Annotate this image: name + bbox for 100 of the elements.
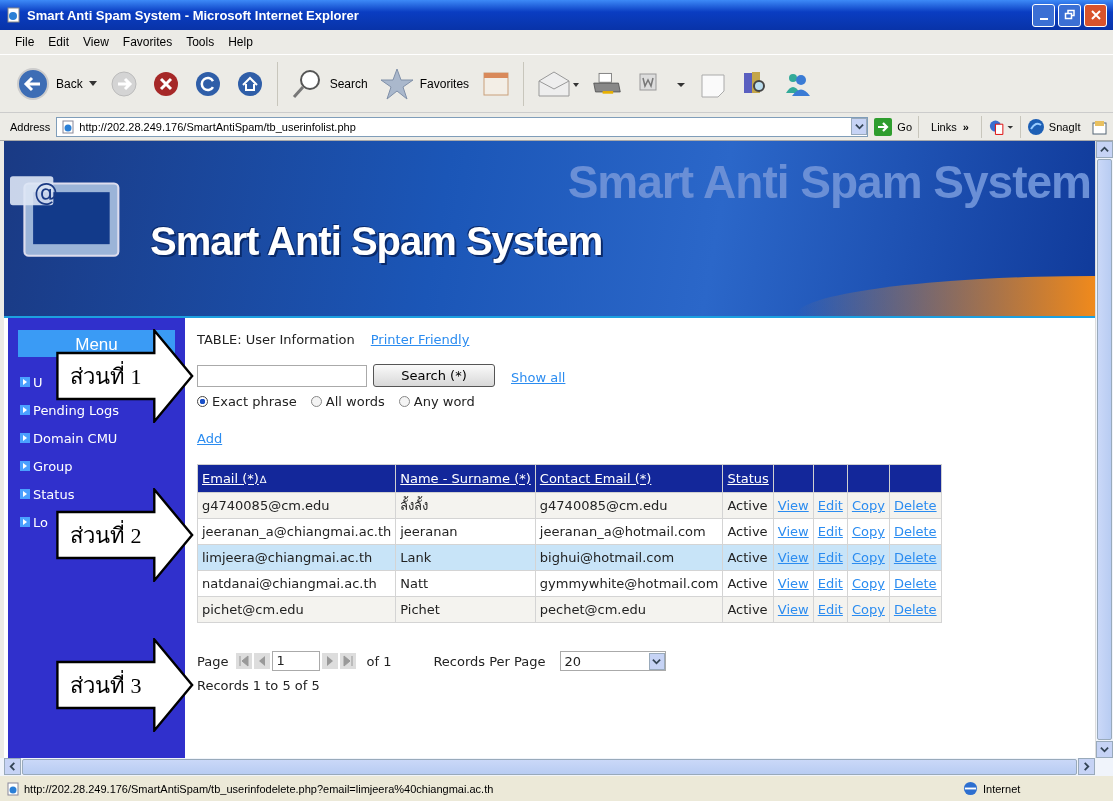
swirl-icon [1026,117,1045,136]
column-header[interactable]: Name - Surname (*) [395,464,536,493]
address-field[interactable]: http://202.28.249.176/SmartAntiSpam/tb_userinfolist.php [56,116,869,137]
page-icon [6,7,22,23]
column-header [813,464,848,493]
search-submit-button[interactable]: Search (*) [373,364,495,387]
last-page-icon[interactable] [340,653,357,669]
banner-background-text: Smart Anti Spam System [567,155,1091,209]
column-header[interactable]: Status [722,464,774,493]
caret-icon [88,81,97,86]
records-per-page-select[interactable]: 20 [559,651,666,671]
table-cell: Pichet [395,596,536,623]
page-label: Page [197,653,229,669]
star-icon [379,66,414,101]
restore-button[interactable] [1058,3,1081,27]
menu-item[interactable]: Edit [41,35,77,49]
bullet-icon [20,377,30,387]
search-mode-radio[interactable]: Any word [398,393,475,409]
table-cell: jeeranan_a@hotmail.com [535,518,723,545]
links-more-button[interactable]: » [962,120,969,133]
page-number-field[interactable]: 1 [272,651,321,671]
status-text: http://202.28.249.176/SmartAntiSpam/tb_userinfodelete.php?email=limjeera%40chiangmai.ac.th [24,782,494,795]
column-header[interactable]: Email (*)∆ [197,464,396,493]
scroll-right-button[interactable] [1078,758,1095,775]
callout-label: ส่วนที่ 3 [70,668,142,703]
close-button[interactable] [1084,3,1107,27]
table-cell: ลั้งลั้ง [395,492,536,519]
page-icon [61,119,76,134]
menu-item[interactable]: Tools [179,35,222,49]
bullet-icon [20,461,30,471]
table-cell: Active [722,570,774,597]
address-label: Address [10,120,51,133]
back-button[interactable]: Back [16,66,97,101]
minimize-icon [1039,18,1048,20]
window-title: Smart Anti Spam System - Microsoft Internet Explorer [27,7,360,23]
records-summary: Records 1 to 5 of 5 [197,678,321,693]
search-button[interactable]: Search [289,66,368,101]
next-page-icon[interactable] [322,653,339,669]
bullet-icon [20,405,30,415]
sidebar-item[interactable]: Group [20,457,73,475]
logo-mark: @ [34,179,58,207]
snagit-button[interactable]: SnagIt [1026,117,1081,136]
table-cell: jeeranan [395,518,536,545]
menu-item[interactable]: File [8,35,42,49]
table-cell: Active [722,518,774,545]
sidebar-item[interactable]: Pending Logs [20,401,120,419]
search-mode-radio[interactable]: Exact phrase [197,393,297,409]
table-cell: Natt [395,570,536,597]
restore-icon [1063,9,1076,21]
go-button[interactable]: Go [874,117,913,136]
table-cell: Active [722,596,774,623]
bullet-icon [20,433,30,443]
links-button[interactable]: Links [931,120,957,133]
scroll-thumb[interactable] [22,759,1077,775]
column-header [889,464,942,493]
security-zone: Internet [963,781,1113,796]
menu-item[interactable]: Help [221,35,260,49]
favorites-button[interactable]: Favorites [379,66,470,101]
scroll-down-button[interactable] [1096,741,1113,758]
minimize-button[interactable] [1032,3,1055,27]
callout-label: ส่วนที่ 2 [70,518,142,553]
column-header [847,464,890,493]
sidebar-item[interactable]: U [20,373,43,391]
first-page-icon[interactable] [236,653,253,669]
add-link[interactable]: Add [197,431,223,446]
show-all-link[interactable]: Show all [511,370,566,385]
sidebar-item[interactable]: Lo [20,513,48,531]
table-cell: pechet@cm.edu [535,596,723,623]
table-cell: bighui@hotmail.com [535,544,723,571]
close-icon [1089,9,1102,21]
table-row[interactable]: natdanai@chiangmai.ac.th Natt gymmywhite@hotmail.com Active View Edit Copy Delete [197,570,942,597]
menu-item[interactable]: Favorites [115,35,180,49]
table-cell: gymmywhite@hotmail.com [535,570,723,597]
sidebar-item[interactable]: Status [20,485,75,503]
table-cell: Active [722,544,774,571]
column-header[interactable]: Contact Email (*) [535,464,723,493]
table-cell: pichet@cm.edu [197,596,396,623]
table-cell: limjeera@chiangmai.ac.th [197,544,396,571]
table-cell: Lank [395,544,536,571]
sidebar-item[interactable]: Domain CMU [20,429,118,447]
records-per-page-label: Records Per Page [433,653,546,669]
bullet-icon [20,489,30,499]
search-field[interactable] [197,364,367,387]
printer-friendly-link[interactable]: Printer Friendly [370,332,470,350]
page-count: of 1 [366,653,392,669]
callout-label: ส่วนที่ 1 [70,359,142,394]
table-cell: g4740085@cm.edu [535,492,723,519]
table-cell: g4740085@cm.edu [197,492,396,519]
page-icon [6,781,20,796]
previous-page-icon[interactable] [254,653,271,669]
menu-item[interactable]: View [76,35,116,49]
table-cell: Active [722,492,774,519]
banner-title: Smart Anti Spam System [150,219,603,264]
scroll-left-button[interactable] [4,758,21,775]
scroll-thumb[interactable] [1097,159,1112,740]
table-row[interactable]: jeeranan_a@chiangmai.ac.th jeeranan jeeranan_a@hotmail.com Active View Edit Copy Delete [197,518,942,545]
scroll-up-button[interactable] [1096,141,1113,158]
search-mode-radio[interactable]: All words [310,393,385,409]
bullet-icon [20,517,30,527]
column-header [773,464,814,493]
